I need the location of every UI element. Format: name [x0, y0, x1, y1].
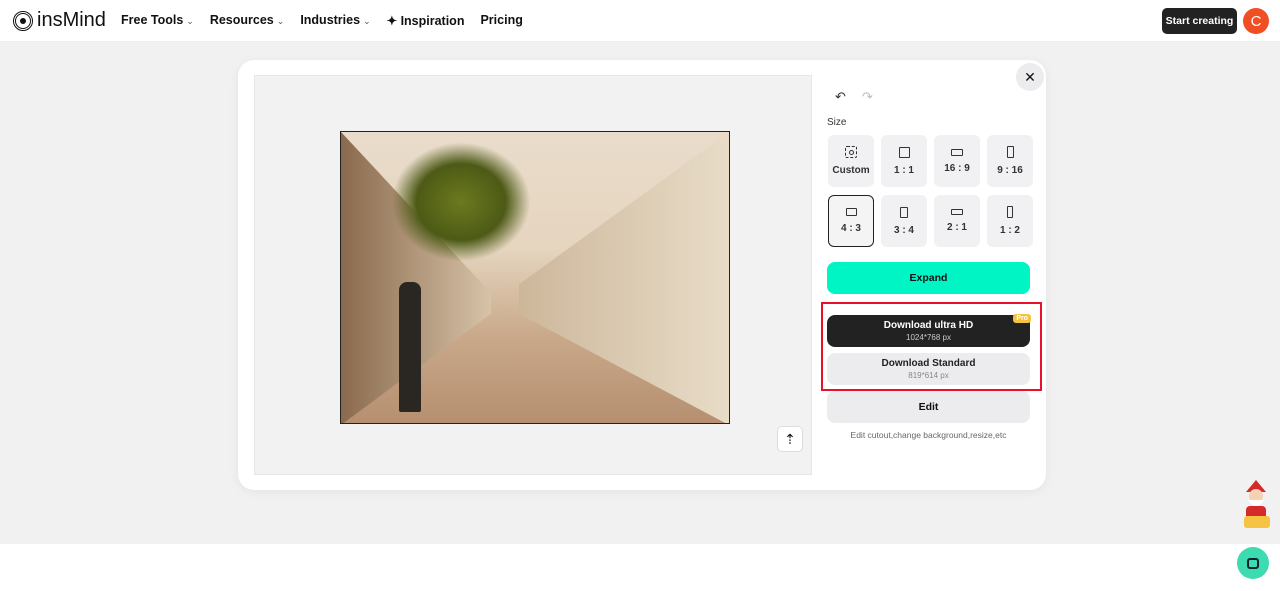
page-footer-area [0, 544, 1280, 591]
size-label: 2 : 1 [946, 222, 967, 233]
size-label: Custom [832, 165, 870, 176]
nav-label: Resources [209, 13, 274, 27]
close-icon: ✕ [1024, 68, 1036, 85]
avatar[interactable]: C [1243, 8, 1269, 34]
expand-button[interactable]: Expand [827, 262, 1030, 294]
redo-button[interactable]: ↷ [862, 89, 873, 105]
size-1-2[interactable]: 1 : 2 [987, 195, 1033, 247]
chat-support-button[interactable] [1237, 547, 1269, 579]
size-2-1[interactable]: 2 : 1 [934, 195, 980, 247]
brand-logo[interactable]: insMind [13, 9, 106, 32]
size-4-3[interactable]: 4 : 3 [828, 195, 874, 247]
chevron-down-icon: ⌄ [276, 16, 285, 26]
santa-promo-icon[interactable] [1238, 478, 1274, 530]
size-custom[interactable]: Custom [828, 135, 874, 187]
square-icon [898, 146, 910, 158]
button-label: Download ultra HD [883, 320, 974, 331]
nav-label: Pricing [480, 13, 523, 27]
nav-resources[interactable]: Resources ⌄ [210, 13, 284, 28]
nav-label: Industries [300, 13, 361, 27]
size-label: 16 : 9 [944, 162, 970, 174]
image-wall [519, 132, 729, 423]
size-label: 9 : 16 [997, 165, 1023, 176]
size-label: 3 : 4 [893, 224, 914, 236]
brand-name: insMind [37, 9, 106, 31]
size-label: Size [827, 117, 847, 128]
size-options: Custom 1 : 1 16 : 9 9 : 16 4 : 3 3 : 4 2… [828, 135, 1033, 247]
download-ultra-hd-button[interactable]: Download ultra HD 1024*768 px Pro [827, 314, 1031, 347]
size-label: 1 : 2 [999, 225, 1020, 236]
nav-inspiration[interactable]: ✦ Inspiration [387, 13, 465, 28]
landscape-icon [951, 148, 963, 156]
nav-label: Inspiration [400, 14, 465, 28]
resolution-label: 1024*768 px [906, 333, 951, 342]
top-nav: insMind Free Tools ⌄ Resources ⌄ Industrie… [0, 0, 1280, 42]
size-label: 1 : 1 [893, 164, 914, 176]
nav-industries[interactable]: Industries ⌄ [300, 13, 370, 28]
upload-button[interactable]: ⇡ [777, 426, 803, 452]
expand-dialog: ⇡ ✕ ↶ ↷ Size Custom 1 : 1 16 : 9 9 : 16 … [238, 60, 1046, 490]
nav-label: Free Tools [121, 13, 184, 27]
landscape-icon [951, 209, 963, 215]
size-3-4[interactable]: 3 : 4 [881, 195, 927, 247]
sparkle-icon: ✦ [386, 14, 401, 28]
size-label: 4 : 3 [840, 223, 861, 234]
image-canvas: ⇡ [254, 75, 812, 475]
size-16-9[interactable]: 16 : 9 [934, 135, 980, 187]
close-button[interactable]: ✕ [1016, 63, 1044, 91]
image-person [399, 282, 421, 412]
logo-icon [13, 10, 33, 31]
landscape-icon [845, 208, 857, 216]
custom-size-icon [845, 146, 857, 158]
nav-free-tools[interactable]: Free Tools ⌄ [121, 13, 194, 28]
resolution-label: 819*614 px [908, 371, 949, 380]
button-label: Download Standard [881, 358, 976, 369]
size-1-1[interactable]: 1 : 1 [881, 135, 927, 187]
portrait-icon [900, 206, 908, 218]
size-9-16[interactable]: 9 : 16 [987, 135, 1033, 187]
start-creating-button[interactable]: Start creating [1162, 8, 1237, 34]
nav-pricing[interactable]: Pricing [480, 13, 522, 28]
edit-button[interactable]: Edit [827, 391, 1030, 423]
image-palm [391, 142, 531, 262]
chevron-down-icon: ⌄ [186, 16, 194, 26]
portrait-icon [1006, 146, 1014, 158]
chat-icon [1247, 557, 1259, 569]
download-standard-button[interactable]: Download Standard 819*614 px [827, 353, 1030, 385]
undo-button[interactable]: ↶ [835, 89, 846, 105]
portrait-icon [1007, 206, 1013, 218]
upload-icon: ⇡ [784, 430, 796, 447]
pro-badge: Pro [1013, 314, 1031, 323]
chevron-down-icon: ⌄ [363, 16, 371, 26]
edit-hint: Edit cutout,change background,resize,etc [850, 430, 1007, 440]
preview-image [340, 131, 730, 424]
